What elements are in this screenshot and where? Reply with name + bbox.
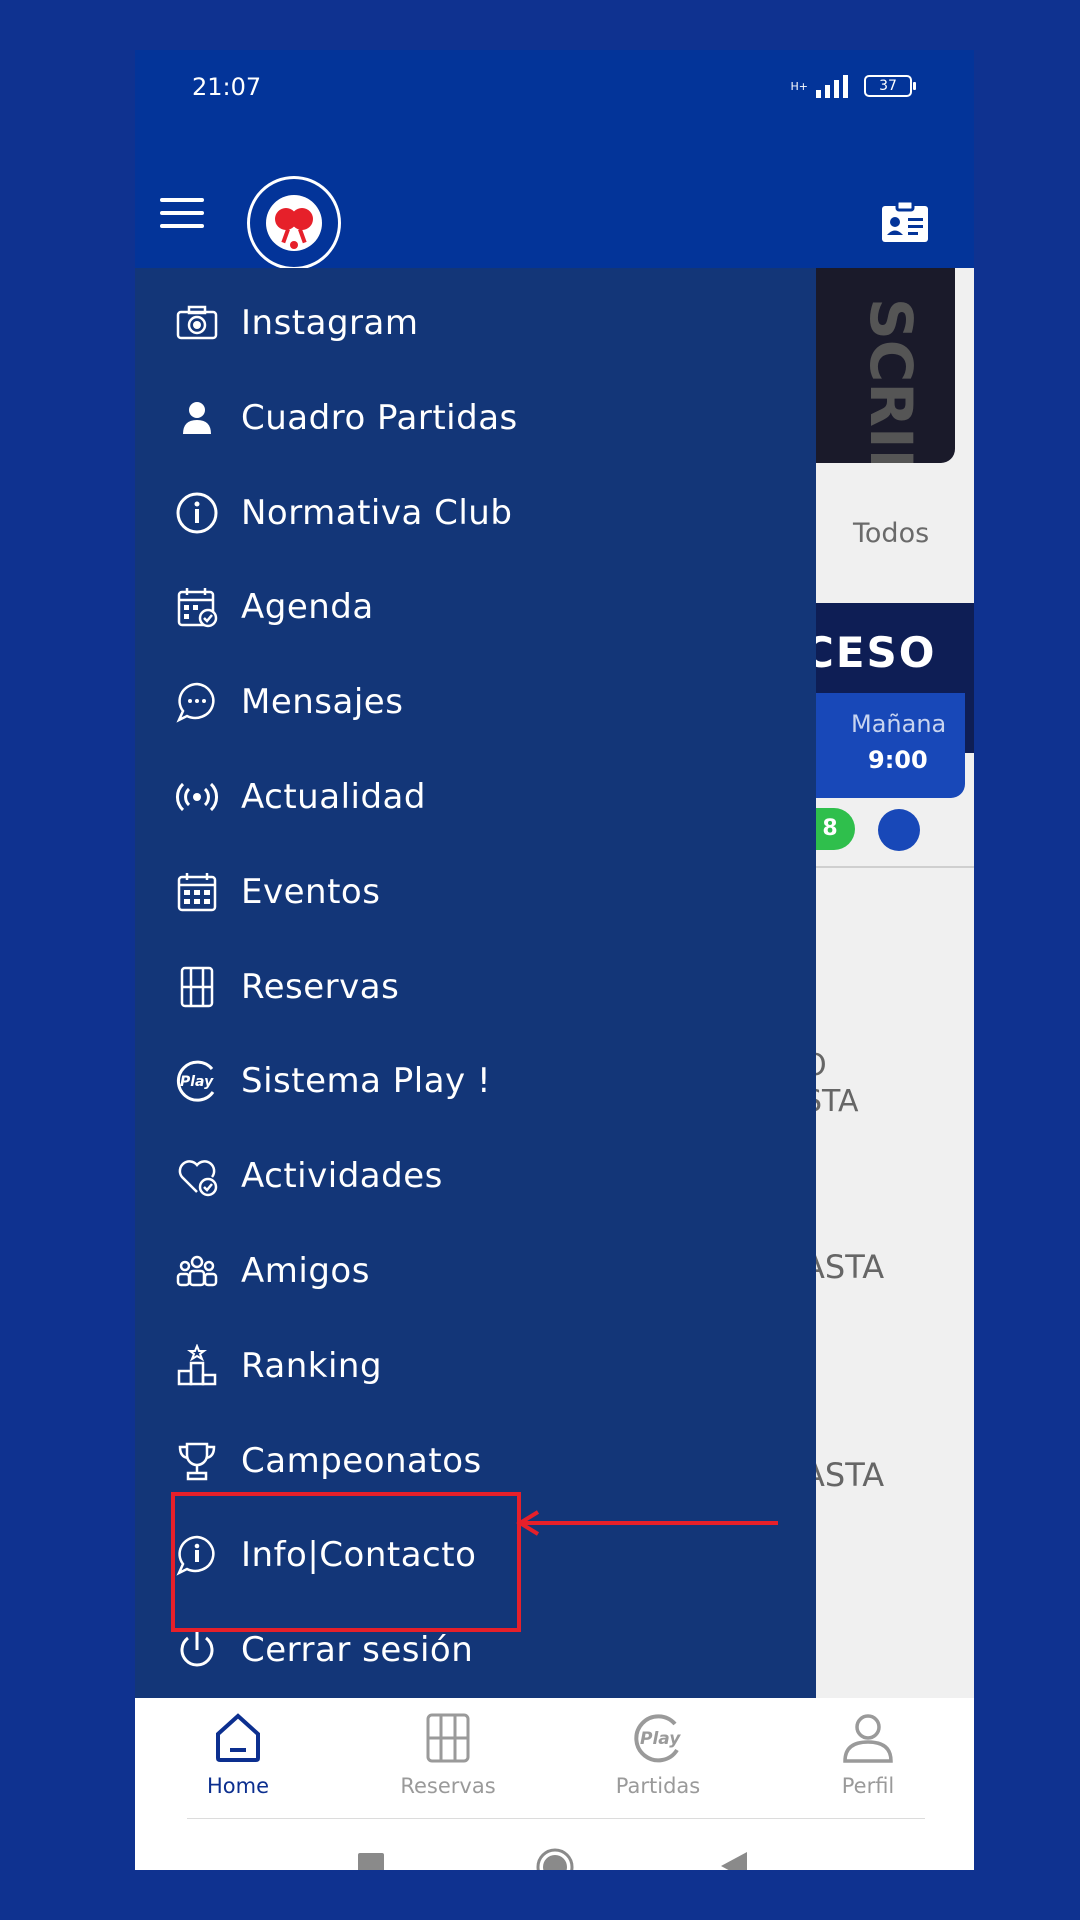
menu-item-label: Eventos xyxy=(241,871,381,912)
podium-icon xyxy=(175,1343,219,1388)
play-icon: Play xyxy=(175,1059,219,1103)
menu-item-cuadro-partidas[interactable]: Cuadro Partidas xyxy=(175,378,775,458)
home-button-icon[interactable] xyxy=(535,1847,575,1870)
system-navigation xyxy=(135,1819,974,1870)
svg-text:Play: Play xyxy=(180,1074,214,1090)
phone-screen: SCRIBETE 12 € Todos CESO Mañana 9:00 8 O… xyxy=(135,50,974,1870)
battery-icon: 37 xyxy=(864,75,916,97)
menu-item-amigos[interactable]: Amigos xyxy=(175,1231,775,1311)
promo-text: CESO xyxy=(803,628,937,677)
trophy-icon xyxy=(175,1439,219,1483)
slot-time: 9:00 xyxy=(868,746,928,774)
divider xyxy=(795,866,974,868)
calendar-icon xyxy=(175,870,219,914)
menu-item-label: Reservas xyxy=(241,966,400,1007)
menu-item-label: Sistema Play ! xyxy=(241,1061,492,1102)
menu-item-label: Actualidad xyxy=(241,777,426,817)
home-icon xyxy=(216,1713,260,1762)
info-icon xyxy=(175,491,219,535)
camera-icon xyxy=(175,301,219,345)
menu-item-label: Cerrar sesión xyxy=(241,1630,474,1671)
menu-item-label: Normativa Club xyxy=(241,492,513,533)
network-type: H+ xyxy=(790,79,809,93)
bottom-navigation: Home Reservas Play Partidas Perfil xyxy=(135,1698,974,1818)
banner-text: SCRIBETE 12 € xyxy=(857,298,925,463)
group-icon xyxy=(175,1249,219,1293)
broadcast-icon xyxy=(175,775,219,819)
tab-label: Perfil xyxy=(841,1774,895,1798)
menu-item-actualidad[interactable]: Actualidad xyxy=(175,757,775,837)
menu-item-label: Instagram xyxy=(241,303,419,343)
recents-icon[interactable] xyxy=(357,1852,385,1870)
status-bar: 21:07 H+ 37 xyxy=(135,50,974,110)
calendar-check-icon xyxy=(175,585,219,629)
logo-emblem xyxy=(266,195,322,251)
menu-item-mensajes[interactable]: Mensajes xyxy=(175,662,775,742)
menu-item-campeonatos[interactable]: Campeonatos xyxy=(175,1421,775,1501)
menu-item-instagram[interactable]: Instagram xyxy=(175,283,775,363)
club-logo xyxy=(247,176,341,270)
menu-icon[interactable] xyxy=(160,198,204,228)
person-icon xyxy=(175,396,219,440)
menu-item-label: Cuadro Partidas xyxy=(241,397,518,438)
app-bar xyxy=(135,110,974,270)
menu-item-reservas[interactable]: Reservas xyxy=(175,947,775,1027)
menu-item-normativa-club[interactable]: Normativa Club xyxy=(175,473,775,553)
tab-perfil[interactable]: Perfil xyxy=(788,1712,948,1798)
promo-banner[interactable]: SCRIBETE 12 € xyxy=(795,268,955,463)
slot-day: Mañana xyxy=(851,710,947,738)
heart-check-icon xyxy=(175,1154,219,1198)
navigation-drawer: Instagram Cuadro Partidas Normativa Club Ag… xyxy=(135,268,816,1698)
tab-partidas[interactable]: Play Partidas xyxy=(578,1712,738,1798)
court-icon xyxy=(426,1713,470,1763)
menu-item-ranking[interactable]: Ranking xyxy=(175,1326,775,1406)
menu-item-label: Agenda xyxy=(241,587,374,628)
id-card-icon[interactable] xyxy=(880,200,930,244)
menu-item-actividades[interactable]: Actividades xyxy=(175,1136,775,1216)
menu-item-agenda[interactable]: Agenda xyxy=(175,567,775,647)
players-icon[interactable] xyxy=(878,809,920,851)
menu-item-label: Amigos xyxy=(241,1251,370,1291)
status-time: 21:07 xyxy=(192,73,262,101)
signal-icon xyxy=(816,75,848,98)
status-icons: H+ 37 xyxy=(790,74,916,98)
filter-todos[interactable]: Todos xyxy=(853,518,929,549)
tab-label: Reservas xyxy=(400,1774,496,1798)
menu-item-eventos[interactable]: Eventos xyxy=(175,852,775,932)
person-icon xyxy=(843,1714,893,1763)
menu-item-label: Actividades xyxy=(241,1156,443,1197)
arrow-annotation xyxy=(516,1510,778,1536)
menu-item-label: Mensajes xyxy=(241,682,404,723)
tab-label: Home xyxy=(206,1774,269,1798)
menu-item-label: Ranking xyxy=(241,1345,383,1386)
menu-item-sistema-play[interactable]: Play Sistema Play ! xyxy=(175,1041,775,1121)
play-icon: Play xyxy=(634,1714,681,1763)
tab-home[interactable]: Home xyxy=(158,1712,318,1798)
highlight-box xyxy=(171,1492,521,1632)
menu-item-label: Campeonatos xyxy=(241,1440,482,1481)
power-icon xyxy=(175,1628,219,1672)
back-icon[interactable] xyxy=(720,1851,748,1870)
svg-text:Play: Play xyxy=(640,1729,681,1749)
chat-icon xyxy=(175,680,219,724)
tab-label: Partidas xyxy=(615,1774,701,1798)
court-icon xyxy=(175,965,219,1009)
tab-reservas[interactable]: Reservas xyxy=(368,1712,528,1798)
